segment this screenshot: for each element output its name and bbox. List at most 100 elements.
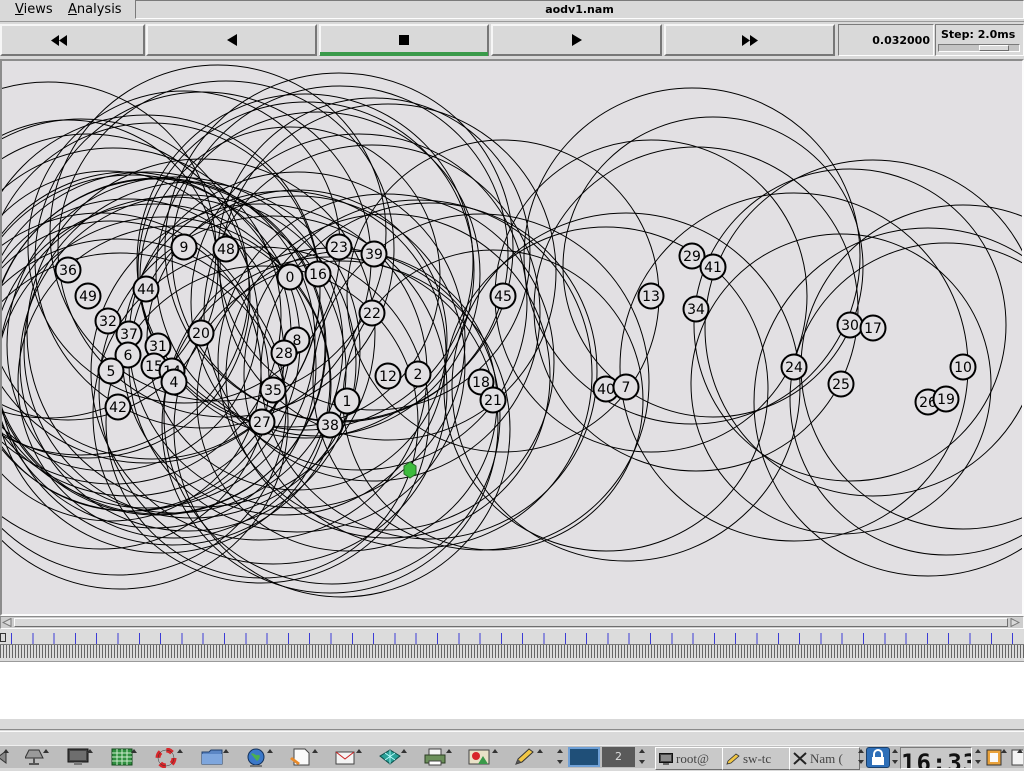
grid-icon bbox=[379, 749, 401, 765]
node-label: 2 bbox=[414, 367, 423, 383]
node-41[interactable]: 41 bbox=[699, 253, 727, 281]
node-48[interactable]: 48 bbox=[212, 235, 240, 263]
node-28[interactable]: 28 bbox=[270, 339, 298, 367]
node-10[interactable]: 10 bbox=[949, 353, 977, 381]
browser-launcher[interactable] bbox=[242, 747, 274, 768]
lock-icon bbox=[872, 749, 884, 765]
node-label: 9 bbox=[180, 240, 189, 256]
node-4[interactable]: 4 bbox=[160, 368, 188, 396]
node-17[interactable]: 17 bbox=[859, 314, 887, 342]
extra-launcher[interactable] bbox=[984, 747, 1008, 768]
node-label: 25 bbox=[832, 377, 850, 393]
play-backward-icon bbox=[226, 34, 237, 46]
node-2[interactable]: 2 bbox=[404, 360, 432, 388]
document-launcher[interactable] bbox=[287, 747, 319, 768]
pager-desktop-2[interactable]: 2 bbox=[602, 747, 635, 767]
partial-launcher[interactable] bbox=[1010, 747, 1024, 768]
node-30[interactable]: 30 bbox=[836, 311, 864, 339]
canvas-hscrollbar[interactable] bbox=[0, 616, 1024, 629]
node-27[interactable]: 27 bbox=[248, 408, 276, 436]
step-slider-handle[interactable] bbox=[979, 45, 1009, 51]
spreadsheet-launcher[interactable] bbox=[108, 747, 138, 768]
time-slider-handle[interactable] bbox=[0, 633, 6, 642]
annotation-pane[interactable] bbox=[0, 661, 1024, 719]
time-slider[interactable] bbox=[0, 630, 1024, 661]
node-36[interactable]: 36 bbox=[54, 256, 82, 284]
node-label: 31 bbox=[149, 339, 167, 355]
clock-scroll-left[interactable] bbox=[891, 748, 899, 766]
fast-forward-button[interactable] bbox=[664, 24, 835, 56]
terminal-launcher[interactable] bbox=[64, 747, 94, 768]
node-24[interactable]: 24 bbox=[780, 353, 808, 381]
step-slider[interactable] bbox=[938, 44, 1020, 52]
pager-scroll-left[interactable] bbox=[556, 748, 564, 766]
menu-analysis[interactable]: Analysis bbox=[68, 1, 122, 18]
help-launcher[interactable] bbox=[152, 747, 184, 768]
node-20[interactable]: 20 bbox=[187, 319, 215, 347]
node-16[interactable]: 16 bbox=[304, 260, 332, 288]
play-button[interactable] bbox=[491, 24, 662, 56]
pencil-launcher[interactable] bbox=[510, 747, 544, 768]
globe-icon bbox=[247, 748, 265, 767]
node-44[interactable]: 44 bbox=[132, 275, 160, 303]
node-21[interactable]: 21 bbox=[479, 386, 507, 414]
node-label: 21 bbox=[484, 393, 502, 409]
printer-launcher[interactable] bbox=[421, 747, 453, 768]
scroll-left-icon[interactable] bbox=[2, 618, 12, 627]
node-5[interactable]: 5 bbox=[97, 357, 125, 385]
node-label: 28 bbox=[275, 346, 293, 362]
node-label: 13 bbox=[642, 289, 660, 305]
node-45[interactable]: 45 bbox=[489, 282, 517, 310]
grid-launcher[interactable] bbox=[376, 747, 408, 768]
menu-views[interactable]: Views bbox=[15, 1, 53, 18]
node-22[interactable]: 22 bbox=[358, 299, 386, 327]
folder-launcher[interactable] bbox=[198, 747, 230, 768]
pencil-icon bbox=[726, 752, 740, 765]
node-13[interactable]: 13 bbox=[637, 282, 665, 310]
pager-desktop-1[interactable] bbox=[568, 747, 600, 767]
node-25[interactable]: 25 bbox=[827, 370, 855, 398]
node-39[interactable]: 39 bbox=[360, 240, 388, 268]
node-label: 19 bbox=[937, 392, 955, 408]
node-label: 49 bbox=[79, 289, 97, 305]
mail-launcher[interactable] bbox=[331, 747, 363, 768]
scroll-right-icon[interactable] bbox=[1010, 618, 1020, 627]
arrow-launcher[interactable] bbox=[0, 747, 10, 768]
tray-scroll-left[interactable] bbox=[857, 748, 865, 766]
scroll-thumb[interactable] bbox=[14, 618, 1008, 627]
node-9[interactable]: 9 bbox=[170, 233, 198, 261]
node-42[interactable]: 42 bbox=[104, 393, 132, 421]
printer-icon bbox=[424, 748, 446, 766]
step-label: Step: 2.0ms bbox=[941, 28, 1016, 41]
node-19[interactable]: 19 bbox=[932, 385, 960, 413]
image-launcher[interactable] bbox=[465, 747, 499, 768]
clock-scroll-right[interactable] bbox=[974, 748, 982, 766]
node-49[interactable]: 49 bbox=[74, 282, 102, 310]
pager-scroll-right[interactable] bbox=[638, 748, 646, 766]
node-label: 20 bbox=[192, 326, 210, 342]
node-38[interactable]: 38 bbox=[316, 411, 344, 439]
panel-separator[interactable] bbox=[0, 729, 1024, 732]
node-7[interactable]: 7 bbox=[612, 373, 640, 401]
lamp-launcher[interactable] bbox=[22, 747, 50, 768]
step-back-button[interactable] bbox=[146, 24, 317, 56]
lifebuoy-icon bbox=[155, 748, 177, 768]
task-label: Nam ( bbox=[810, 750, 843, 766]
desktop-taskbar: 2 root@ sw-tc Nam ( 16:33 bbox=[0, 745, 1024, 770]
node-label: 23 bbox=[330, 240, 348, 256]
node-label: 34 bbox=[687, 302, 705, 318]
node-12[interactable]: 12 bbox=[374, 362, 402, 390]
node-label: 40 bbox=[597, 382, 615, 398]
network-canvas[interactable]: 3649449483237206315151444201623392282835… bbox=[0, 59, 1024, 616]
task-nam[interactable]: Nam ( bbox=[789, 747, 860, 770]
lock-screen-button[interactable] bbox=[866, 747, 890, 768]
stop-icon bbox=[399, 35, 409, 45]
rewind-button[interactable] bbox=[0, 24, 145, 56]
node-23[interactable]: 23 bbox=[325, 233, 353, 261]
node-34[interactable]: 34 bbox=[682, 295, 710, 323]
task-sw-editor[interactable]: sw-tc bbox=[722, 747, 793, 770]
node-1[interactable]: 1 bbox=[333, 387, 361, 415]
node-0[interactable]: 0 bbox=[276, 263, 304, 291]
task-root-terminal[interactable]: root@ bbox=[655, 747, 726, 770]
node-35[interactable]: 35 bbox=[259, 376, 287, 404]
